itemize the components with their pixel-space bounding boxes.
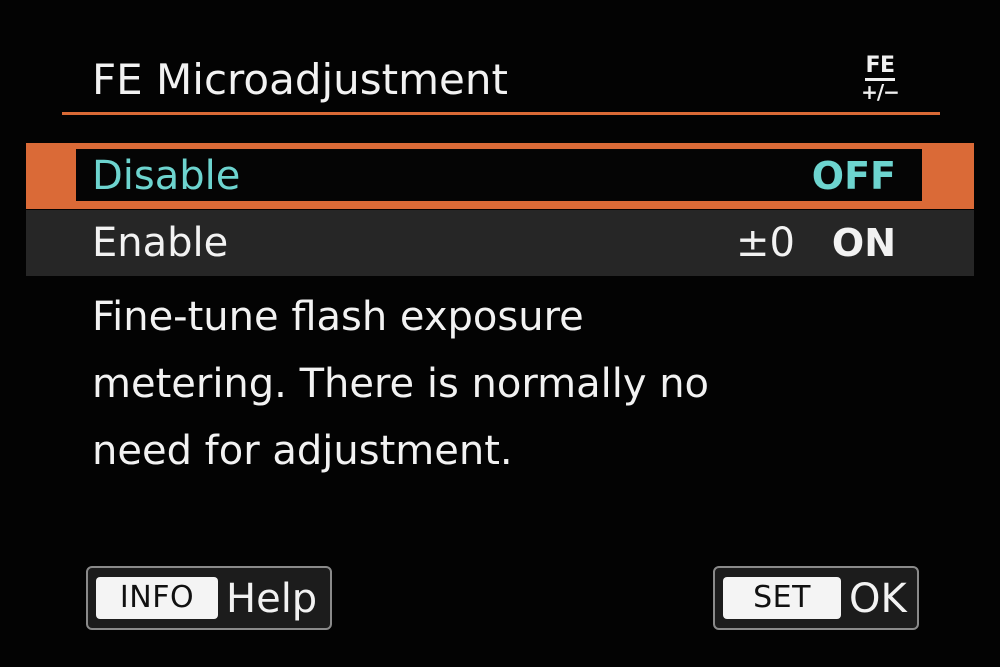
camera-menu-screen: FE Microadjustment FE +/− Disable OFF En…	[0, 0, 1000, 667]
menu-item-value: ±0	[736, 220, 795, 266]
description-line: metering. There is normally no	[92, 361, 710, 407]
info-help-button[interactable]: INFO Help	[86, 566, 332, 630]
help-label: Help	[226, 576, 318, 622]
menu-item-label: Enable	[92, 220, 229, 266]
header-divider	[62, 112, 940, 115]
set-key: SET	[723, 577, 841, 619]
fe-icon-top: FE	[865, 55, 895, 81]
description-line: need for adjustment.	[92, 428, 513, 474]
info-key: INFO	[96, 577, 218, 619]
set-ok-button[interactable]: SET OK	[713, 566, 919, 630]
menu-item-state: OFF	[811, 154, 896, 198]
fe-plus-minus-icon: FE +/−	[848, 55, 912, 107]
menu-item-enable[interactable]: Enable ±0 ON	[26, 210, 974, 276]
menu-item-label: Disable	[92, 153, 241, 199]
description-line: Fine-tune flash exposure	[92, 294, 584, 340]
fe-icon-bottom: +/−	[861, 80, 900, 104]
menu-item-state: ON	[831, 221, 896, 265]
help-description: Fine-tune flash exposure metering. There…	[92, 284, 852, 485]
menu-item-disable[interactable]: Disable OFF	[26, 143, 974, 209]
ok-label: OK	[849, 576, 907, 622]
page-title: FE Microadjustment	[92, 55, 508, 104]
